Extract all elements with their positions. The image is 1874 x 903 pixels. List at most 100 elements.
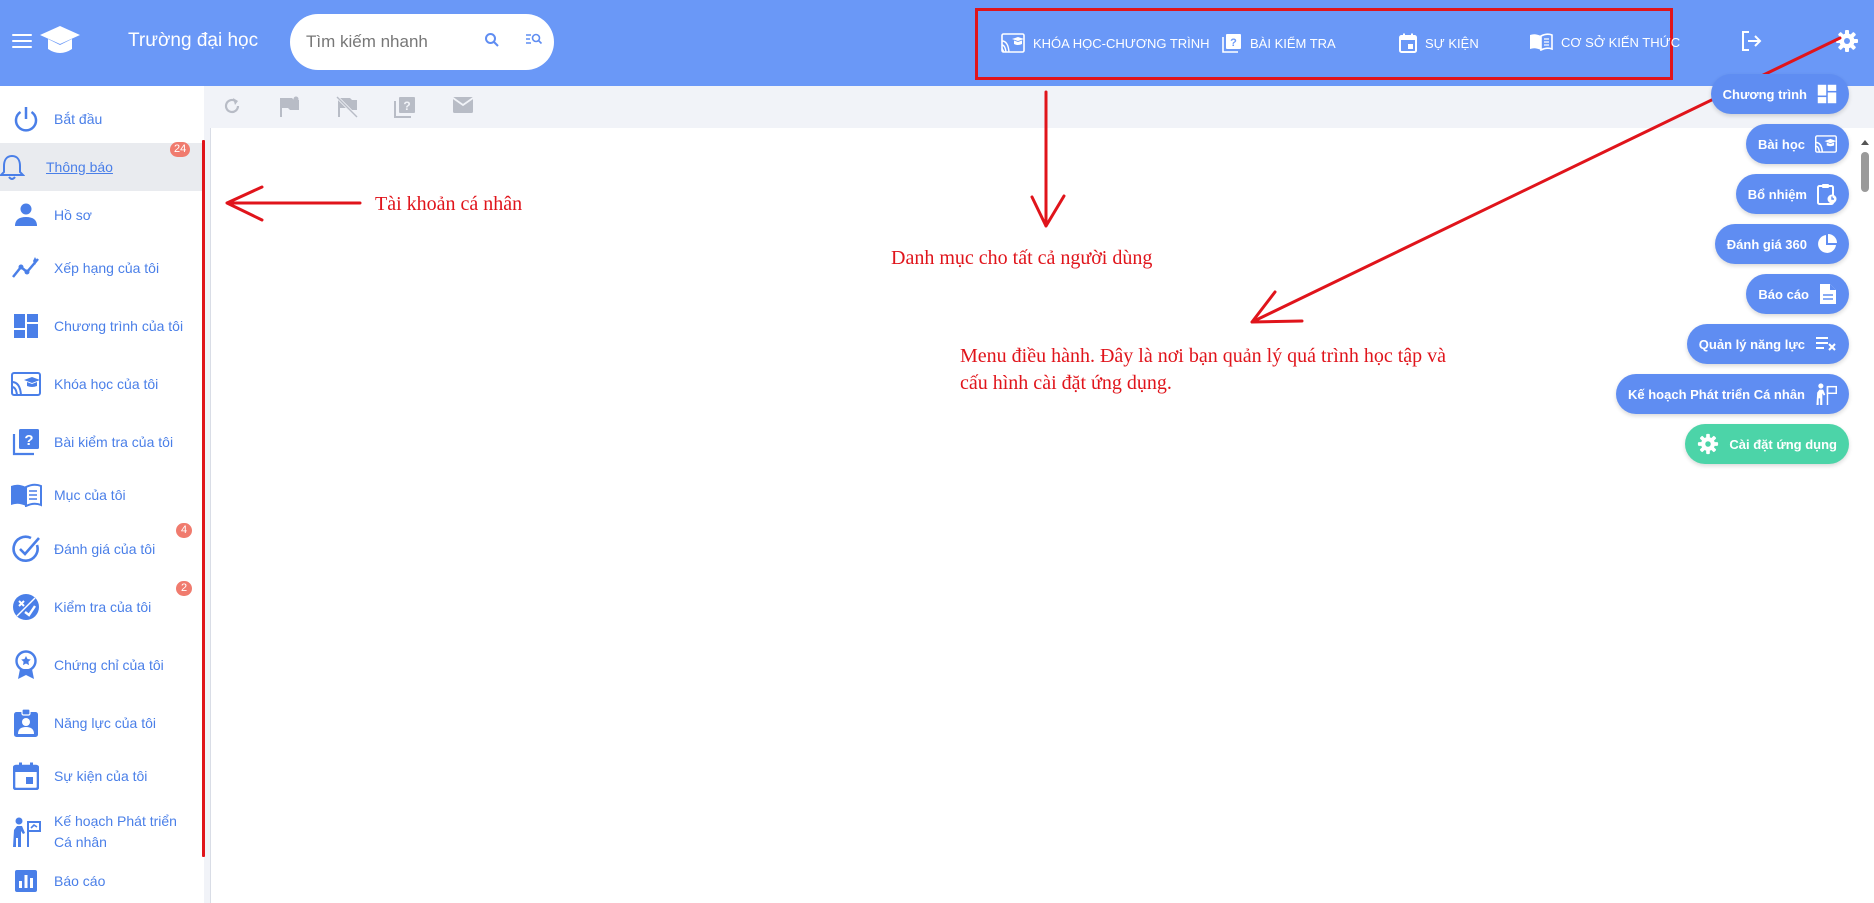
sidebar-item-certificates[interactable]: Chứng chỉ của tôi [0, 641, 204, 689]
sidebar-item-evaluations[interactable]: Đánh giá của tôi 4 [0, 523, 204, 573]
quiz-icon: ? [10, 426, 42, 458]
sidebar-item-courses[interactable]: Khóa học của tôi [0, 360, 204, 408]
admin-menu-programs[interactable]: Chương trình [1710, 74, 1849, 114]
scroll-up-icon[interactable] [1858, 137, 1872, 147]
gear-icon[interactable] [1835, 29, 1859, 58]
sidebar-item-quizzes[interactable]: ? Bài kiểm tra của tôi [0, 418, 204, 466]
cast-education-icon [1815, 135, 1837, 153]
quiz-icon: ? [1222, 34, 1241, 53]
sidebar-item-ranking[interactable]: Xếp hạng của tôi [0, 244, 204, 292]
dashboard-icon [1817, 84, 1837, 104]
logout-icon[interactable] [1740, 30, 1762, 57]
admin-menu-label: Đánh giá 360 [1726, 236, 1807, 252]
sidebar-item-competencies[interactable]: Năng lực của tôi [0, 699, 204, 747]
development-icon [10, 816, 42, 848]
sidebar-item-label: Đánh giá của tôi [54, 540, 156, 557]
check-circle-icon [10, 533, 42, 565]
hamburger-menu-icon[interactable] [12, 34, 32, 50]
sidebar-item-programs[interactable]: Chương trình của tôi [0, 302, 204, 350]
admin-menu-360-review[interactable]: Đánh giá 360 [1714, 224, 1849, 264]
sidebar-item-label: Khóa học của tôi [54, 375, 159, 392]
annotation-admin-menu-line2: cấu hình cài đặt ứng dụng. [960, 372, 1172, 394]
sidebar-item-label: Thông báo [46, 158, 113, 175]
flag-icon[interactable] [278, 96, 300, 123]
sidebar-item-events[interactable]: Sự kiện của tôi [0, 752, 204, 800]
refresh-icon[interactable] [222, 96, 242, 121]
development-icon [1815, 383, 1837, 405]
sidebar-item-label: Năng lực của tôi [54, 714, 156, 731]
mail-icon[interactable] [452, 96, 474, 119]
document-icon [1820, 284, 1836, 304]
quick-search-input[interactable] [306, 30, 466, 54]
pie-chart-icon [1818, 234, 1837, 253]
svg-text:?: ? [1230, 37, 1237, 49]
person-icon [10, 199, 42, 231]
list-remove-icon [1816, 337, 1836, 351]
nav-quizzes-label: BÀI KIỂM TRA [1250, 35, 1336, 51]
exam-count-badge: 2 [176, 581, 192, 596]
admin-menu-reports[interactable]: Báo cáo [1746, 274, 1849, 314]
cast-education-icon [10, 368, 42, 400]
admin-menu-label: Bài học [1758, 136, 1805, 152]
admin-menu-development-plan[interactable]: Kế hoạch Phát triển Cá nhân [1616, 374, 1849, 414]
nav-events[interactable]: SỰ KIỆN [1399, 33, 1479, 53]
nav-knowledge-base-label: CƠ SỞ KIẾN THỨC [1561, 34, 1681, 50]
badge-person-icon [10, 707, 42, 739]
quick-search-box [290, 14, 554, 70]
sidebar-item-profile[interactable]: Hồ sơ [0, 191, 204, 239]
dashboard-icon [10, 310, 42, 342]
nav-quizzes[interactable]: ? BÀI KIỂM TRA [1222, 33, 1336, 53]
annotation-personal-account: Tài khoản cá nhân [375, 193, 523, 215]
nav-knowledge-base[interactable]: CƠ SỞ KIẾN THỨC [1529, 33, 1680, 51]
clipboard-clock-icon [1817, 184, 1837, 205]
sidebar-item-label: Bắt đầu [54, 110, 103, 127]
graduation-cap-logo-icon[interactable] [38, 24, 82, 63]
sidebar-item-my-items[interactable]: Mục của tôi [0, 471, 204, 519]
app-title[interactable]: Trường đại học [128, 30, 258, 52]
sidebar-item-label: Mục của tôi [54, 486, 126, 503]
sidebar: Bắt đầu Thông báo 24 Hồ sơ Xếp hạng của … [0, 86, 204, 903]
flag-off-icon[interactable] [335, 95, 359, 123]
calendar-icon [1399, 33, 1417, 53]
sidebar-item-start[interactable]: Bắt đầu [0, 95, 204, 143]
admin-menu-app-settings[interactable]: Cài đặt ứng dụng [1685, 424, 1849, 464]
sidebar-item-notifications[interactable]: Thông báo 24 [0, 142, 204, 191]
sidebar-item-label: Báo cáo [54, 872, 106, 889]
admin-menu-label: Kế hoạch Phát triển Cá nhân [1628, 386, 1805, 402]
admin-menu-appointments[interactable]: Bổ nhiệm [1735, 174, 1849, 214]
main-content-area [210, 128, 1874, 903]
sidebar-item-reports[interactable]: Báo cáo [0, 857, 204, 903]
cast-education-icon [1001, 33, 1025, 53]
exam-icon [10, 591, 42, 623]
admin-menu-lessons[interactable]: Bài học [1746, 124, 1849, 164]
sidebar-item-label: Chương trình của tôi [54, 317, 184, 334]
annotation-categories-all-users: Danh mục cho tất cả người dùng [891, 247, 1153, 269]
calendar-icon [10, 760, 42, 792]
gear-icon [1698, 433, 1719, 455]
advanced-search-icon[interactable] [525, 32, 543, 51]
sidebar-item-label: Chứng chỉ của tôi [54, 656, 164, 673]
nav-events-label: SỰ KIỆN [1425, 35, 1479, 51]
search-icon[interactable] [484, 32, 500, 53]
admin-menu-label: Quản lý năng lực [1698, 336, 1805, 352]
power-icon [10, 103, 42, 135]
content-toolbar: ? [206, 86, 1874, 126]
sidebar-item-exams[interactable]: Kiểm tra của tôi 2 [0, 581, 204, 631]
content-scrollbar[interactable] [1858, 134, 1872, 194]
chart-icon [10, 865, 42, 897]
admin-menu-competency-management[interactable]: Quản lý năng lực [1686, 324, 1849, 364]
sidebar-item-label: Bài kiểm tra của tôi [54, 433, 174, 450]
sidebar-item-label: Sự kiện của tôi [54, 767, 148, 784]
top-nav-categories: KHÓA HỌC-CHƯƠNG TRÌNH ? BÀI KIỂM TRA SỰ … [975, 8, 1680, 80]
bell-icon [0, 151, 28, 183]
quiz-icon[interactable]: ? [394, 96, 416, 123]
svg-text:?: ? [24, 432, 33, 449]
svg-text:?: ? [403, 99, 410, 113]
admin-menu-label: Chương trình [1722, 86, 1807, 102]
scrollbar-thumb[interactable] [1861, 152, 1869, 192]
admin-menu-label: Báo cáo [1758, 286, 1809, 302]
nav-courses-programs[interactable]: KHÓA HỌC-CHƯƠNG TRÌNH [1001, 33, 1210, 53]
sidebar-item-development-plan[interactable]: Kế hoạch Phát triển Cá nhân [0, 804, 204, 860]
sidebar-item-label: Kế hoạch Phát triển Cá nhân [54, 813, 177, 850]
sidebar-item-label: Xếp hạng của tôi [54, 259, 160, 276]
